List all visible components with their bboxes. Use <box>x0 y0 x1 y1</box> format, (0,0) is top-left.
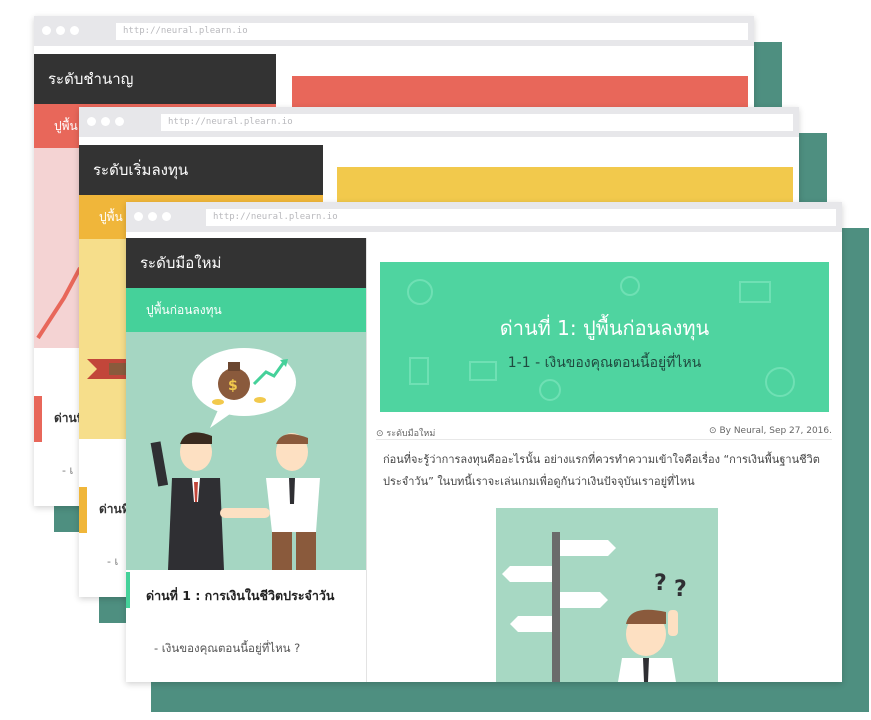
window-dot[interactable] <box>115 117 124 126</box>
browser-window-beginner: http://neural.plearn.io ระดับมือใหม่ ปูพ… <box>126 202 842 682</box>
post-meta: ⊙ ระดับมือใหม่ ⊙ By Neural, Sep 27, 2016… <box>376 424 832 440</box>
banner-title: ด่านที่ 1: ปูพื้นก่อนลงทุน <box>499 316 710 340</box>
svg-text:?: ? <box>674 577 687 602</box>
browser-chrome: http://neural.plearn.io <box>126 202 842 232</box>
handshake-illustration: $ <box>126 332 366 570</box>
stage-item[interactable]: - เ <box>107 552 118 570</box>
sidebar-divider <box>366 238 367 682</box>
window-dot[interactable] <box>162 212 171 221</box>
window-controls <box>42 26 79 35</box>
side-accent <box>79 487 87 533</box>
window-dot[interactable] <box>134 212 143 221</box>
stage-item[interactable]: - เงินของคุณตอนนี้อยู่ที่ไหน ? <box>154 640 300 658</box>
window-controls <box>134 212 171 221</box>
question-mark-icon: ? ? <box>654 571 687 602</box>
stage-title: ด่านที่ 1 : การเงินในชีวิตประจำวัน <box>146 588 335 603</box>
tag-icon: ⊙ <box>376 429 384 439</box>
side-accent <box>34 396 42 442</box>
post-category[interactable]: ⊙ ระดับมือใหม่ <box>376 426 435 440</box>
stacked-browser-mockups: http://neural.plearn.io ระดับชำนาญ ปูพื้… <box>0 0 871 720</box>
address-bar[interactable]: http://neural.plearn.io <box>116 23 748 40</box>
signpost-icon <box>502 532 616 682</box>
businessman-right <box>266 433 320 570</box>
address-bar[interactable]: http://neural.plearn.io <box>161 114 793 131</box>
post-byline: ⊙ By Neural, Sep 27, 2016. <box>709 426 832 436</box>
browser-chrome: http://neural.plearn.io <box>34 16 754 46</box>
handshake-drawing: $ <box>150 348 320 570</box>
confused-signpost-drawing: ? ? <box>502 532 687 682</box>
svg-text:?: ? <box>654 571 667 596</box>
stage-item[interactable]: - เ <box>62 461 73 479</box>
window-dot[interactable] <box>101 117 110 126</box>
hero-banner <box>337 167 793 207</box>
businessman-left <box>150 432 224 570</box>
browser-chrome: http://neural.plearn.io <box>79 107 799 137</box>
banner-subtitle: 1-1 - เงินของคุณตอนนี้อยู่ที่ไหน <box>507 355 702 371</box>
window-dot[interactable] <box>148 212 157 221</box>
article-body: ก่อนที่จะรู้ว่าการลงทุนคืออะไรนั้น อย่าง… <box>383 453 820 488</box>
article-illustration: ? ? <box>496 508 718 682</box>
sidebar-title: ระดับชำนาญ <box>34 54 276 104</box>
window-dot[interactable] <box>56 26 65 35</box>
sidebar-title: ระดับมือใหม่ <box>126 238 366 288</box>
sidebar: ระดับมือใหม่ ปูพื้นก่อนลงทุน <box>126 238 366 332</box>
window-dot[interactable] <box>87 117 96 126</box>
clock-icon: ⊙ <box>709 426 717 436</box>
svg-text:$: $ <box>228 378 238 394</box>
sidebar-title: ระดับเริ่มลงทุน <box>79 145 323 195</box>
window-dot[interactable] <box>70 26 79 35</box>
window-dot[interactable] <box>42 26 51 35</box>
window-controls <box>87 117 124 126</box>
side-accent <box>126 572 130 608</box>
address-bar[interactable]: http://neural.plearn.io <box>206 209 836 226</box>
sidebar-item-foundation[interactable]: ปูพื้นก่อนลงทุน <box>126 288 366 332</box>
hero-banner: ด่านที่ 1: ปูพื้นก่อนลงทุน 1-1 - เงินของ… <box>380 262 829 412</box>
